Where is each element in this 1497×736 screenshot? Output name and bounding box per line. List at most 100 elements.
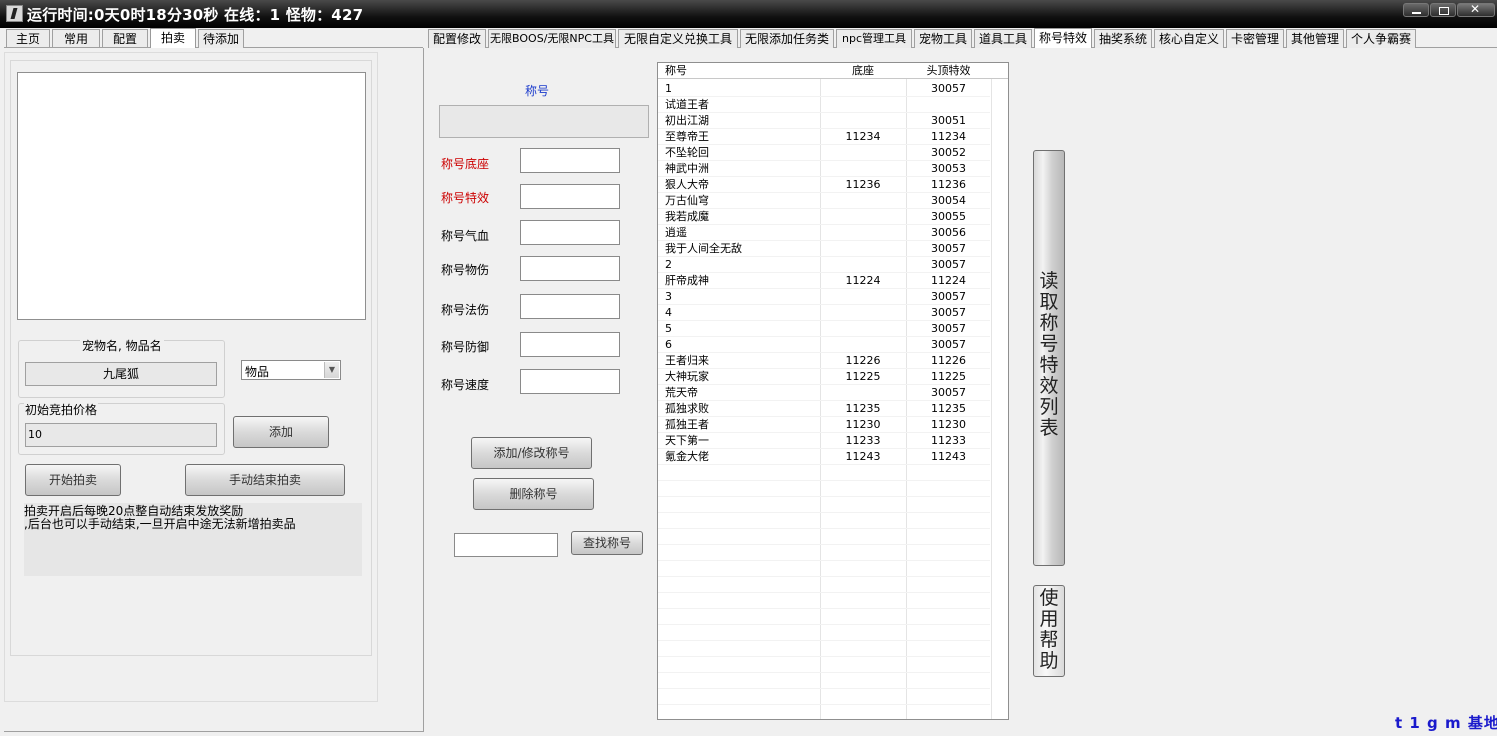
table-row[interactable]: 神武中洲 30053: [658, 161, 990, 177]
close-button[interactable]: [1457, 2, 1495, 17]
table-row[interactable]: 至尊帝王 11234 11234: [658, 129, 990, 145]
cell-effect: 30053: [931, 162, 966, 175]
cell-effect: 11235: [931, 402, 966, 415]
table-row[interactable]: 初出江湖 30051: [658, 113, 990, 129]
title-hp-label: 称号气血: [441, 229, 490, 243]
end-auction-button[interactable]: 手动结束拍卖: [185, 464, 345, 496]
tab-pending[interactable]: 待添加: [198, 29, 244, 48]
table-row[interactable]: 狠人大帝 11236 11236: [658, 177, 990, 193]
tab-card-key[interactable]: 卡密管理: [1226, 29, 1284, 48]
cell-base: 11235: [845, 402, 881, 415]
cell-effect: 30057: [931, 258, 966, 271]
cell-base: 11226: [845, 354, 881, 367]
read-title-effects-button[interactable]: 读取称号特效列表: [1033, 150, 1065, 566]
table-row[interactable]: 3 30057: [658, 289, 990, 305]
table-row[interactable]: 孤独求败 11235 11235: [658, 401, 990, 417]
title-base-input[interactable]: [520, 148, 620, 173]
header-base[interactable]: 底座: [820, 63, 906, 79]
empty-row: [658, 689, 990, 705]
title-def-label: 称号防御: [441, 340, 490, 354]
list-header: 称号 底座 头顶特效: [658, 63, 1008, 79]
title-magic-input[interactable]: [520, 294, 620, 319]
minimize-button[interactable]: [1403, 3, 1429, 17]
cell-effect: 11224: [931, 274, 966, 287]
table-row[interactable]: 肝帝成神 11224 11224: [658, 273, 990, 289]
table-row[interactable]: 天下第一 11233 11233: [658, 433, 990, 449]
tab-other[interactable]: 其他管理: [1286, 29, 1344, 48]
tab-auction[interactable]: 拍卖: [150, 28, 196, 48]
cell-base: 11225: [845, 370, 881, 383]
delete-title-button[interactable]: 删除称号: [473, 478, 594, 510]
title-magic-label: 称号法伤: [441, 303, 490, 317]
title-name-field[interactable]: [439, 105, 649, 138]
title-bar: 运行时间:0天0时18分30秒 在线：1 怪物：427: [0, 0, 1497, 28]
empty-row: [658, 513, 990, 529]
title-list[interactable]: 称号 底座 头顶特效 1 30057 试道王者 初出江湖 30051 至尊帝王 11234 1…: [657, 62, 1009, 720]
help-label: 使用帮助: [1039, 587, 1059, 672]
tab-title-effect[interactable]: 称号特效: [1034, 28, 1092, 48]
start-auction-button[interactable]: 开始拍卖: [25, 464, 121, 496]
search-title-button[interactable]: 查找称号: [571, 531, 643, 555]
title-speed-input[interactable]: [520, 369, 620, 394]
cell-effect: 11230: [931, 418, 966, 431]
table-row[interactable]: 2 30057: [658, 257, 990, 273]
tab-core-custom[interactable]: 核心自定义: [1154, 29, 1224, 48]
cell-effect: 30057: [931, 242, 966, 255]
table-row[interactable]: 我若成魔 30055: [658, 209, 990, 225]
cell-effect: 30057: [931, 386, 966, 399]
title-def-input[interactable]: [520, 332, 620, 357]
header-title[interactable]: 称号: [665, 63, 687, 79]
tab-npc-tool[interactable]: npc管理工具: [836, 29, 912, 48]
item-type-select[interactable]: 物品 ▼: [241, 360, 341, 380]
tab-task-tool[interactable]: 无限添加任务类: [740, 29, 834, 48]
auction-list-textarea[interactable]: [17, 72, 366, 320]
table-row[interactable]: 5 30057: [658, 321, 990, 337]
chevron-down-icon[interactable]: ▼: [324, 362, 339, 378]
title-base-label: 称号底座: [441, 157, 490, 171]
table-row[interactable]: 氪金大佬 11243 11243: [658, 449, 990, 465]
title-hp-input[interactable]: [520, 220, 620, 245]
table-row[interactable]: 6 30057: [658, 337, 990, 353]
title-phys-input[interactable]: [520, 256, 620, 281]
empty-row: [658, 465, 990, 481]
cell-title: 我于人间全无敌: [665, 242, 742, 255]
table-row[interactable]: 孤独王者 11230 11230: [658, 417, 990, 433]
tab-config-modify[interactable]: 配置修改: [428, 29, 486, 48]
table-row[interactable]: 王者归来 11226 11226: [658, 353, 990, 369]
tab-exchange-tool[interactable]: 无限自定义兑换工具: [618, 29, 738, 48]
column-divider: [991, 63, 992, 719]
table-row[interactable]: 我于人间全无敌 30057: [658, 241, 990, 257]
cell-title: 不坠轮回: [665, 146, 709, 159]
pet-item-label: 宠物名, 物品名: [80, 337, 164, 354]
table-row[interactable]: 1 30057: [658, 81, 990, 97]
tab-item-tool[interactable]: 道具工具: [974, 29, 1032, 48]
title-speed-label: 称号速度: [441, 378, 490, 392]
cell-effect: 30057: [931, 322, 966, 335]
table-row[interactable]: 大神玩家 11225 11225: [658, 369, 990, 385]
tab-home[interactable]: 主页: [6, 29, 50, 48]
add-auction-button[interactable]: 添加: [233, 416, 329, 448]
search-title-input[interactable]: [454, 533, 558, 557]
table-row[interactable]: 4 30057: [658, 305, 990, 321]
table-row[interactable]: 试道王者: [658, 97, 990, 113]
tab-boss-npc-tool[interactable]: 无限BOOS/无限NPC工具: [488, 29, 616, 48]
tab-lottery[interactable]: 抽奖系统: [1094, 29, 1152, 48]
header-effect[interactable]: 头顶特效: [906, 63, 991, 79]
title-effect-input[interactable]: [520, 184, 620, 209]
table-row[interactable]: 万古仙穹 30054: [658, 193, 990, 209]
add-modify-title-button[interactable]: 添加/修改称号: [471, 437, 592, 469]
tab-common[interactable]: 常用: [52, 29, 100, 48]
table-row[interactable]: 荒天帝 30057: [658, 385, 990, 401]
pet-item-field[interactable]: 九尾狐: [25, 362, 217, 386]
tab-pvp[interactable]: 个人争霸赛: [1346, 29, 1416, 48]
cell-base: 11243: [845, 450, 881, 463]
cell-effect: 11233: [931, 434, 966, 447]
start-price-field[interactable]: 10: [25, 423, 217, 447]
cell-effect: 30054: [931, 194, 966, 207]
maximize-button[interactable]: [1430, 3, 1456, 17]
table-row[interactable]: 不坠轮回 30052: [658, 145, 990, 161]
tab-config[interactable]: 配置: [102, 29, 148, 48]
table-row[interactable]: 逍遥 30056: [658, 225, 990, 241]
help-button[interactable]: 使用帮助: [1033, 585, 1065, 677]
tab-pet-tool[interactable]: 宠物工具: [914, 29, 972, 48]
